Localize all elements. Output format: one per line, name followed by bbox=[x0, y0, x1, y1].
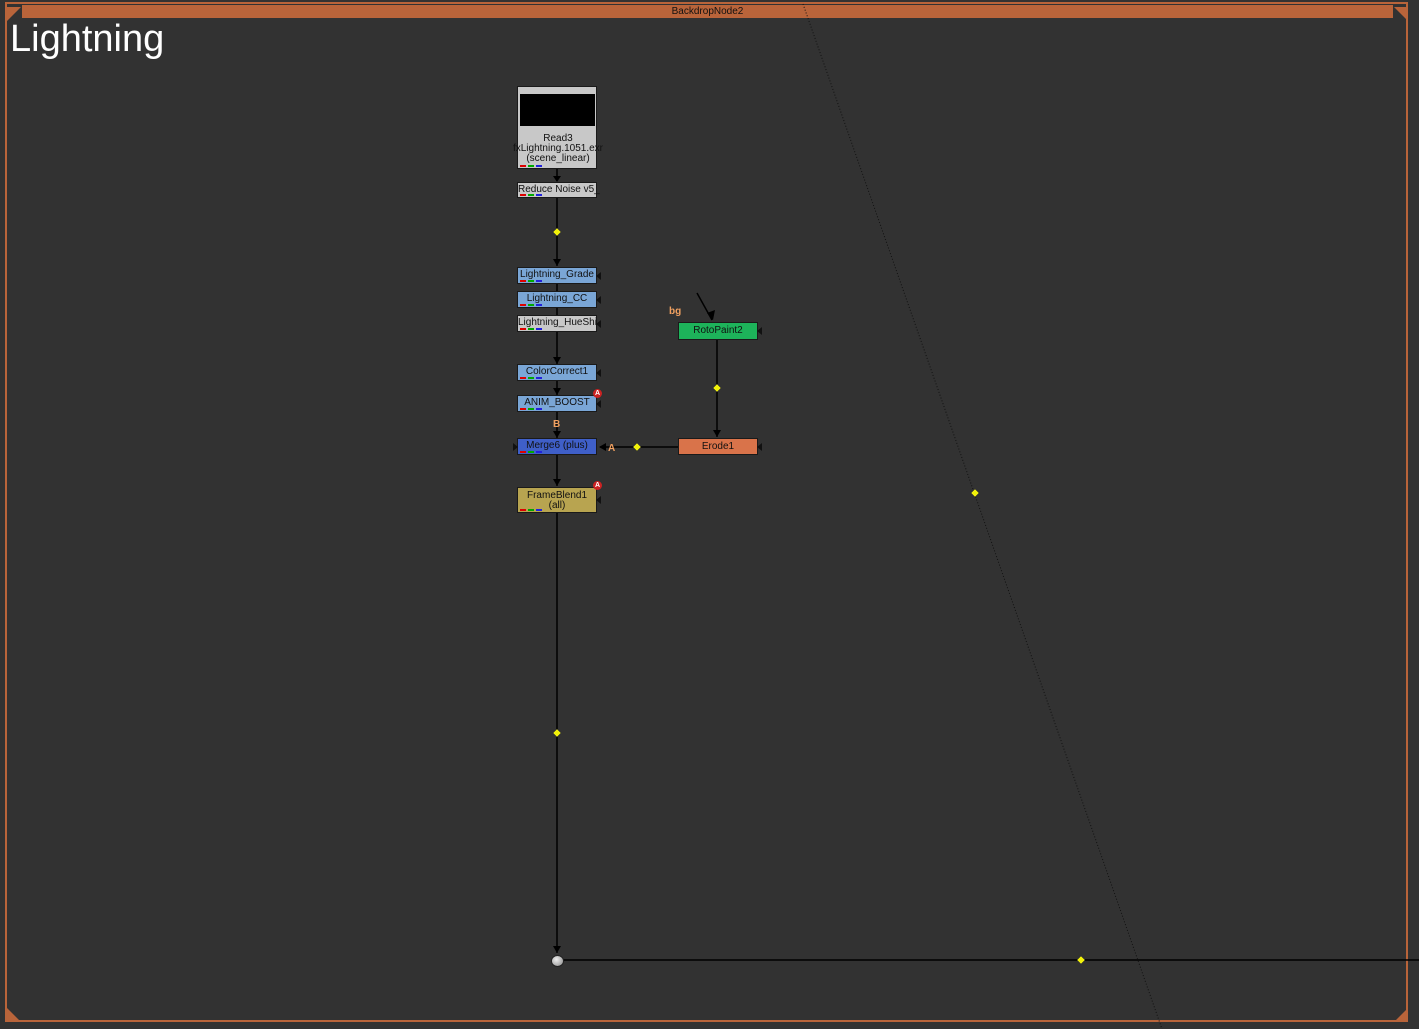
channel-bars bbox=[520, 194, 546, 196]
arrowhead bbox=[553, 357, 561, 364]
arrowhead bbox=[599, 443, 606, 451]
lightning-hueshift-node[interactable]: Lightning_HueShi bbox=[517, 315, 601, 332]
channel-bars bbox=[520, 280, 546, 282]
elbow-dot bbox=[970, 488, 980, 498]
animated-badge-icon: A bbox=[593, 481, 602, 490]
mask-input-arrow[interactable] bbox=[596, 271, 601, 280]
mask-input-arrow[interactable] bbox=[596, 319, 601, 328]
channel-bars bbox=[520, 304, 546, 306]
rotopaint-label: RotoPaint2 bbox=[693, 325, 743, 336]
elbow-dot bbox=[552, 227, 562, 237]
input-label-bg: bg bbox=[669, 306, 682, 317]
lightning-grade-node[interactable]: Lightning_Grade bbox=[517, 267, 601, 284]
reduce-noise-node[interactable]: Reduce Noise v5_ bbox=[517, 182, 600, 198]
mask-input-arrow[interactable] bbox=[596, 496, 601, 504]
input-label-b: B bbox=[553, 419, 561, 430]
dot-node[interactable] bbox=[551, 955, 564, 967]
node-graph-canvas[interactable]: BackdropNode2 Lightning Read3 fxLightnin… bbox=[0, 0, 1419, 1029]
read-node-colorspace: (scene_linear) bbox=[526, 153, 590, 164]
arrowhead bbox=[553, 946, 561, 953]
channel-bars bbox=[520, 328, 546, 330]
erode-node[interactable]: Erode1 bbox=[678, 438, 762, 455]
channel-bars bbox=[520, 377, 546, 379]
erode-label: Erode1 bbox=[701, 441, 735, 452]
merge-node[interactable]: Merge6 (plus) bbox=[513, 438, 597, 455]
frameblend-node[interactable]: FrameBlend1 (all) A bbox=[517, 481, 602, 513]
channel-bars bbox=[520, 509, 546, 511]
connections-layer bbox=[552, 3, 1419, 1029]
mask-input-arrow[interactable] bbox=[757, 442, 762, 451]
channel-bars bbox=[520, 408, 546, 410]
mask-input-arrow[interactable] bbox=[596, 399, 601, 408]
elbow-dot bbox=[712, 383, 722, 393]
mask-input-arrow[interactable] bbox=[596, 368, 601, 377]
read-thumbnail bbox=[520, 94, 595, 126]
arrowhead bbox=[553, 388, 561, 395]
animated-badge-icon: A bbox=[593, 389, 602, 398]
lightning-cc-node[interactable]: Lightning_CC bbox=[517, 291, 601, 308]
read-node[interactable]: Read3 fxLightning.1051.exr (scene_linear… bbox=[513, 86, 603, 169]
mask-input-arrow[interactable] bbox=[596, 295, 601, 304]
anim-boost-node[interactable]: ANIM_BOOST A bbox=[517, 389, 602, 412]
elbow-dot bbox=[1076, 955, 1086, 965]
rotopaint-node[interactable]: RotoPaint2 bbox=[678, 322, 762, 340]
arrowhead bbox=[553, 479, 561, 486]
channel-bars bbox=[520, 451, 546, 453]
dotted-guide-line bbox=[802, 3, 1163, 1029]
mask-input-arrow[interactable] bbox=[757, 327, 762, 335]
colorcorrect-node[interactable]: ColorCorrect1 bbox=[517, 364, 601, 381]
elbow-dot bbox=[552, 728, 562, 738]
input-label-a: A bbox=[608, 443, 616, 454]
channel-bars bbox=[520, 165, 546, 167]
merge-mask-arrow[interactable] bbox=[513, 442, 518, 451]
elbow-dot bbox=[632, 442, 642, 452]
arrowhead bbox=[553, 431, 561, 438]
arrowhead bbox=[553, 259, 561, 266]
arrowhead bbox=[713, 430, 721, 437]
